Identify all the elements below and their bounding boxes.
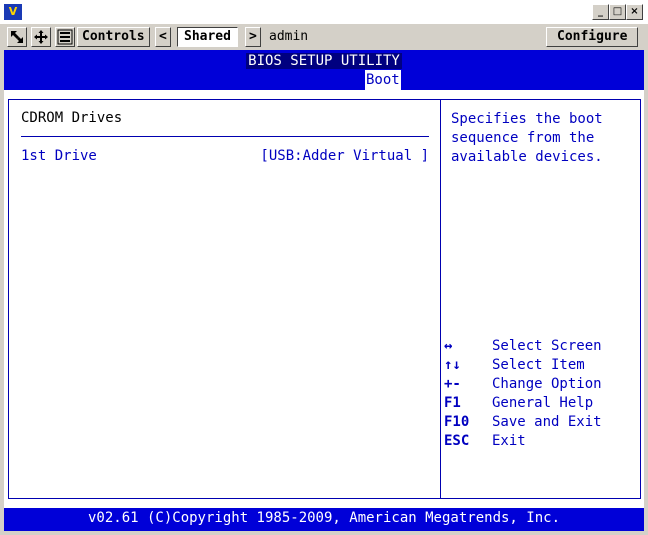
key-description: Select Item — [492, 357, 585, 373]
settings-panel: CDROM Drives 1st Drive [USB:Adder Virtua… — [8, 99, 441, 499]
key-row: ESC Exit — [444, 433, 636, 452]
key-legend: ↔ Select Screen ↑↓ Select Item +- Change… — [444, 338, 636, 452]
key-label: +- — [444, 376, 461, 392]
arrows-horizontal-icon: ↔ — [444, 338, 453, 354]
key-row: +- Change Option — [444, 376, 636, 395]
key-row: ↔ Select Screen — [444, 338, 636, 357]
previous-button[interactable]: < — [155, 27, 171, 47]
cursor-resize-icon[interactable] — [7, 27, 27, 47]
maximize-button[interactable]: □ — [609, 4, 626, 20]
arrows-vertical-icon: ↑↓ — [444, 357, 461, 373]
help-panel: Specifies the boot sequence from the ava… — [440, 99, 641, 499]
controls-button[interactable]: Controls — [77, 27, 150, 47]
close-button[interactable]: × — [626, 4, 643, 20]
option-value-1st-drive[interactable]: [USB:Adder Virtual ] — [260, 148, 429, 164]
key-description: General Help — [492, 395, 594, 411]
key-row: F1 General Help — [444, 395, 636, 414]
key-label: F1 — [444, 395, 461, 411]
key-row: F10 Save and Exit — [444, 414, 636, 433]
bios-title: BIOS SETUP UTILITY — [246, 53, 402, 69]
key-row: ↑↓ Select Item — [444, 357, 636, 376]
section-title: CDROM Drives — [21, 110, 123, 126]
minimize-button[interactable]: _ — [592, 4, 609, 20]
app-logo-icon: V — [4, 4, 22, 20]
next-button[interactable]: > — [245, 27, 261, 47]
title-bar: V _ □ × — [0, 0, 648, 25]
configure-button[interactable]: Configure — [546, 27, 639, 47]
tab-boot[interactable]: Boot — [365, 70, 401, 90]
bios-footer: v02.61 (C)Copyright 1985-2009, American … — [4, 508, 644, 531]
key-label: F10 — [444, 414, 470, 430]
ctrl-alt-del-icon[interactable] — [55, 27, 75, 47]
key-label: ESC — [444, 433, 470, 449]
key-description: Save and Exit — [492, 414, 602, 430]
key-description: Exit — [492, 433, 526, 449]
toolbar: Controls < Shared > admin Configure — [0, 24, 648, 50]
option-label-1st-drive[interactable]: 1st Drive — [21, 148, 97, 164]
key-description: Select Screen — [492, 338, 602, 354]
key-description: Change Option — [492, 376, 602, 392]
username-label: admin — [269, 29, 309, 44]
shared-button[interactable]: Shared — [177, 27, 238, 47]
help-text: Specifies the boot sequence from the ava… — [451, 111, 603, 165]
bios-header: BIOS SETUP UTILITY — [4, 50, 644, 70]
move-icon[interactable] — [31, 27, 51, 47]
section-divider — [21, 136, 429, 137]
bios-menu-bar: Boot — [4, 70, 644, 90]
bios-screen: BIOS SETUP UTILITY Boot CDROM Drives 1st… — [4, 50, 644, 531]
